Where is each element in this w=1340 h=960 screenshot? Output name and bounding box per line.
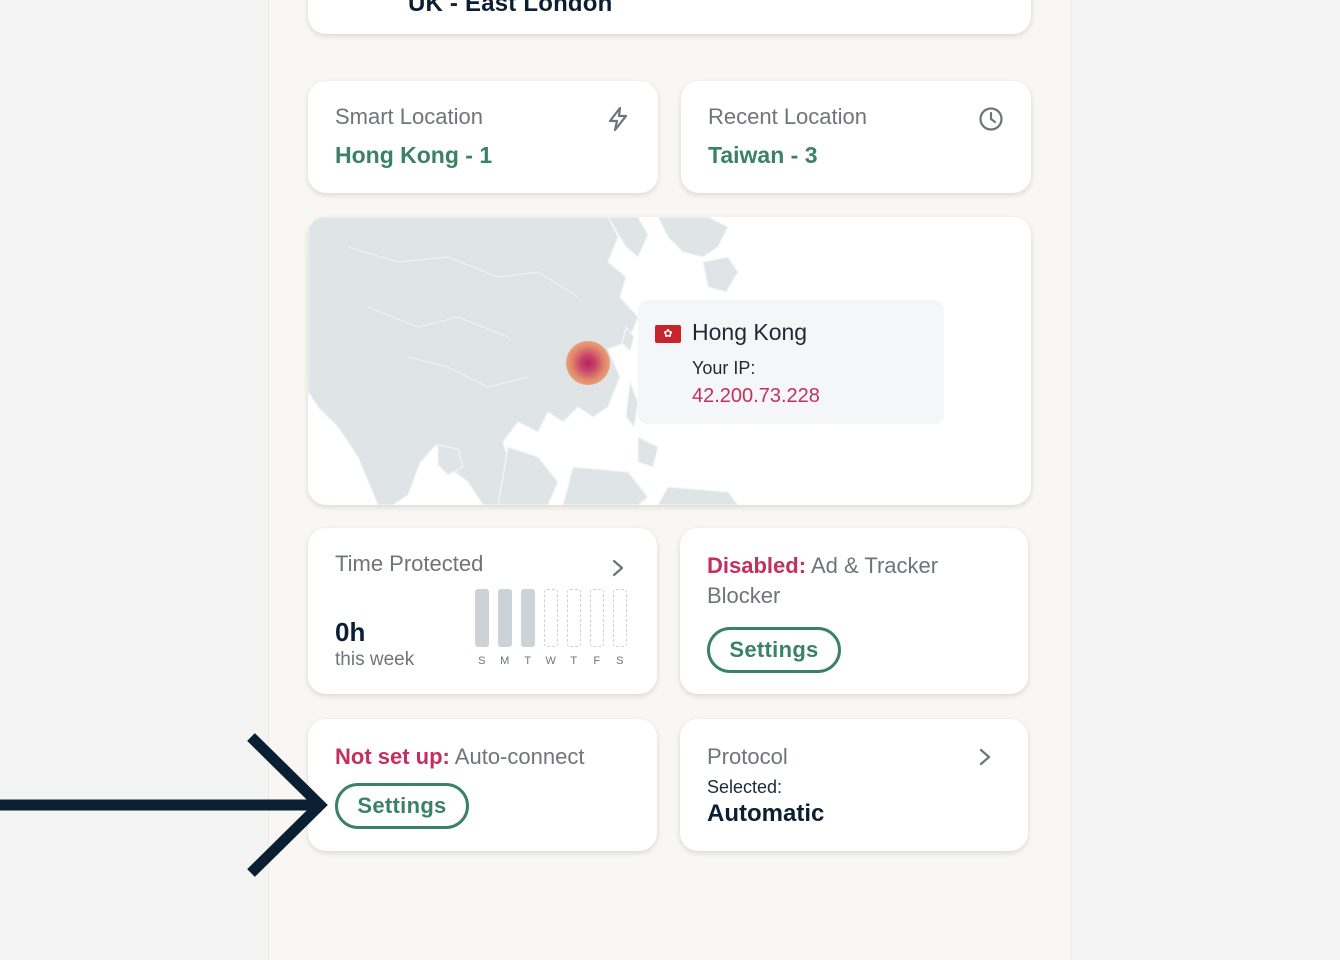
day-bar bbox=[498, 589, 512, 647]
day-label: T bbox=[524, 655, 532, 667]
map-card[interactable]: ✿ Hong Kong Your IP: 42.200.73.228 bbox=[308, 217, 1031, 505]
day-bar bbox=[521, 589, 535, 647]
ip-address: 42.200.73.228 bbox=[692, 385, 820, 407]
ip-label: Your IP: bbox=[692, 358, 756, 378]
current-location-name: UK - East London bbox=[408, 0, 613, 17]
chevron-right-icon[interactable] bbox=[611, 558, 625, 578]
ad-blocker-settings-button[interactable]: Settings bbox=[707, 627, 841, 673]
smart-location-card[interactable]: Smart Location Hong Kong - 1 bbox=[308, 81, 658, 193]
auto-connect-card[interactable]: Not set up: Auto-connect Settings bbox=[308, 719, 657, 851]
time-protected-subtitle: this week bbox=[335, 649, 415, 670]
tooltip-country: Hong Kong bbox=[692, 319, 808, 345]
day-bar bbox=[590, 589, 604, 647]
lightning-icon bbox=[608, 106, 628, 132]
ad-blocker-status: Disabled: Ad & Tracker Blocker bbox=[707, 551, 1007, 611]
day-bar bbox=[475, 589, 489, 647]
day-bar bbox=[544, 589, 558, 647]
chevron-right-icon[interactable] bbox=[978, 747, 992, 767]
day-label: W bbox=[545, 655, 557, 667]
smart-location-value: Hong Kong - 1 bbox=[335, 142, 493, 168]
location-tooltip: ✿ Hong Kong Your IP: 42.200.73.228 bbox=[638, 300, 944, 424]
time-protected-card[interactable]: Time Protected 0h this week S M T W T F … bbox=[308, 528, 657, 694]
auto-connect-status: Not set up: Auto-connect bbox=[335, 742, 584, 772]
auto-connect-settings-button[interactable]: Settings bbox=[335, 783, 469, 829]
day-bar bbox=[567, 589, 581, 647]
protocol-card[interactable]: Protocol Selected: Automatic bbox=[680, 719, 1028, 851]
smart-location-label: Smart Location bbox=[335, 104, 483, 129]
recent-location-label: Recent Location bbox=[708, 104, 867, 129]
auto-connect-label: Auto-connect bbox=[454, 744, 585, 769]
auto-connect-state: Not set up: bbox=[335, 744, 450, 769]
location-pin bbox=[566, 341, 610, 385]
day-bar bbox=[613, 589, 627, 647]
time-protected-title: Time Protected bbox=[335, 551, 484, 576]
day-label: S bbox=[616, 655, 624, 667]
ad-blocker-state: Disabled: bbox=[707, 553, 807, 578]
time-protected-value: 0h bbox=[335, 617, 366, 647]
recent-location-card[interactable]: Recent Location Taiwan - 3 bbox=[681, 81, 1031, 193]
ad-blocker-card[interactable]: Disabled: Ad & Tracker Blocker Settings bbox=[680, 528, 1028, 694]
day-label: S bbox=[478, 655, 486, 667]
day-label: F bbox=[593, 655, 601, 667]
weekly-bars: S M T W T F S bbox=[475, 589, 631, 669]
day-label: M bbox=[500, 655, 510, 667]
pointer-arrow-icon bbox=[0, 733, 328, 877]
protocol-selected-label: Selected: bbox=[707, 777, 783, 797]
protocol-title: Protocol bbox=[707, 744, 788, 769]
hong-kong-flag-icon: ✿ bbox=[655, 325, 681, 343]
current-location-card[interactable]: UK - East London bbox=[308, 0, 1031, 34]
day-label: T bbox=[570, 655, 578, 667]
recent-location-value: Taiwan - 3 bbox=[708, 142, 818, 168]
protocol-selected-value: Automatic bbox=[707, 800, 825, 827]
clock-icon bbox=[979, 107, 1003, 131]
